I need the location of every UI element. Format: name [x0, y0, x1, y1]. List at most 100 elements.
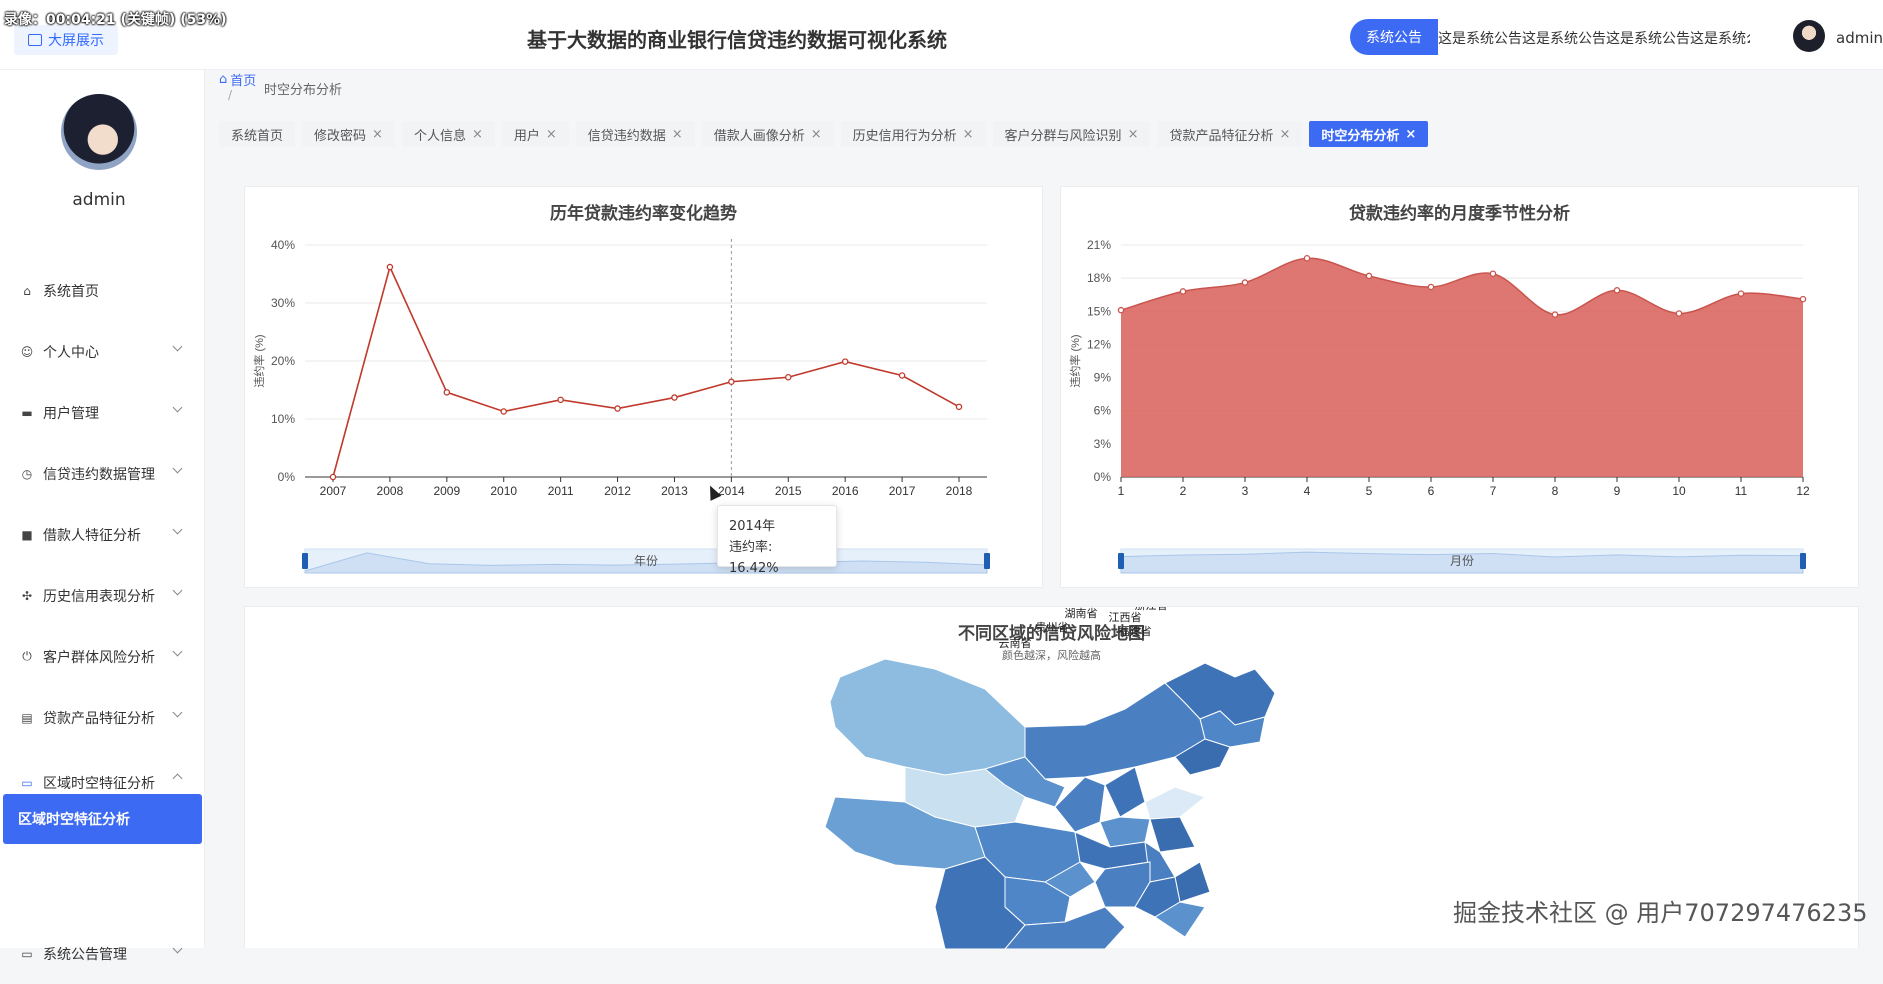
breadcrumb-home[interactable]: ⌂ 首页 — [219, 70, 256, 89]
data-point[interactable] — [1241, 279, 1249, 286]
sidebar-item-0[interactable]: ⌂ 系统首页 — [0, 260, 205, 321]
data-point[interactable] — [671, 394, 678, 401]
data-point[interactable] — [329, 473, 337, 481]
close-icon[interactable]: × — [1128, 127, 1139, 142]
zoom-slider-label: 年份 — [634, 554, 658, 568]
close-icon[interactable]: × — [372, 127, 383, 142]
tab-0[interactable]: 系统首页 — [219, 121, 296, 147]
yearly-default-panel: 历年贷款违约率变化趋势 0% 10% 20% 30% 40% 违约率 (%) 2007 200… — [244, 186, 1043, 588]
data-point[interactable] — [785, 373, 792, 381]
province-label: 云南省 — [999, 637, 1032, 650]
data-point[interactable] — [1489, 270, 1497, 277]
x-tick-label: 2008 — [377, 484, 404, 498]
chevron-down-icon — [172, 585, 183, 596]
tab-2[interactable]: 个人信息 × — [401, 121, 495, 147]
chevron-down-icon — [172, 707, 183, 718]
close-icon[interactable]: × — [1279, 127, 1290, 142]
tab-9[interactable]: 时空分布分析 × — [1309, 121, 1429, 147]
sidebar-item-label: 客户群体风险分析 — [43, 649, 155, 666]
tab-label: 用户 — [513, 128, 540, 144]
data-point[interactable] — [443, 389, 451, 396]
tab-7[interactable]: 客户分群与风险识别 × — [992, 121, 1151, 147]
x-tick-label: 2017 — [889, 484, 916, 498]
sidebar-item-7[interactable]: ▤ 贷款产品特征分析 — [0, 687, 205, 748]
sidebar-subitem-active[interactable]: 区域时空特征分析 — [3, 794, 202, 844]
tab-5[interactable]: 借款人画像分析 × — [701, 121, 834, 147]
close-icon[interactable]: × — [963, 127, 974, 142]
data-point[interactable] — [1675, 310, 1683, 317]
data-point[interactable] — [1365, 272, 1373, 280]
data-point[interactable] — [1303, 255, 1311, 262]
x-tick-label: 12 — [1796, 484, 1810, 498]
sidebar-item-6[interactable]: ⏻ 客户群体风险分析 — [0, 626, 205, 687]
close-icon[interactable]: × — [472, 127, 483, 142]
province-jiangsu — [1149, 816, 1196, 853]
series-line — [332, 264, 960, 478]
y-tick-label: 15% — [1087, 304, 1111, 318]
x-tick-label: 2014 — [718, 484, 745, 498]
tab-6[interactable]: 历史信用行为分析 × — [840, 121, 986, 147]
data-point[interactable] — [1613, 287, 1621, 294]
sidebar-item-3[interactable]: ◷ 信贷违约数据管理 — [0, 443, 205, 504]
x-tick-label: 4 — [1304, 484, 1311, 498]
data-point[interactable] — [1737, 290, 1745, 297]
tab-label: 信贷违约数据 — [587, 128, 666, 144]
sidebar-item-label: 系统首页 — [43, 283, 99, 300]
chevron-down-icon — [172, 646, 183, 657]
home-icon: ⌂ — [23, 283, 31, 298]
zoom-handle-left[interactable] — [1118, 553, 1124, 569]
data-point[interactable] — [728, 378, 735, 386]
data-point[interactable] — [614, 405, 621, 412]
zoom-handle-left[interactable] — [302, 553, 308, 569]
data-point[interactable] — [898, 372, 906, 379]
clipboard-icon: ▤ — [21, 710, 33, 725]
data-point[interactable] — [1427, 283, 1435, 291]
close-icon[interactable]: × — [811, 127, 822, 142]
data-point[interactable] — [557, 396, 564, 404]
x-tick-label: 2016 — [832, 484, 859, 498]
data-point[interactable] — [841, 358, 849, 365]
data-point[interactable] — [500, 408, 507, 415]
x-tick-label: 1 — [1118, 484, 1125, 498]
data-point[interactable] — [386, 263, 394, 271]
data-point[interactable] — [1179, 288, 1187, 295]
data-point[interactable] — [955, 403, 963, 411]
close-icon[interactable]: × — [1405, 127, 1416, 142]
y-tick-label: 40% — [271, 238, 295, 252]
province-neimenggu — [1024, 682, 1206, 780]
province-label: 江西省 — [1109, 611, 1142, 624]
zoom-handle-right[interactable] — [984, 553, 990, 569]
province-label: 贵州省 — [1036, 621, 1069, 634]
sidebar-item-5[interactable]: ✣ 历史信用表现分析 — [0, 565, 205, 626]
tab-label: 历史信用行为分析 — [852, 128, 957, 144]
sidebar-item-label: 系统公告管理 — [43, 946, 127, 963]
y-tick-label: 18% — [1087, 271, 1111, 285]
notice-button[interactable]: 系统公告 — [1350, 19, 1438, 55]
avatar[interactable] — [1793, 20, 1825, 52]
sidebar-item-label: 区域时空特征分析 — [43, 776, 155, 792]
sidebar-item-4[interactable]: ■ 借款人特征分析 — [0, 504, 205, 565]
data-point[interactable] — [1551, 311, 1559, 318]
sidebar-item-2[interactable]: ▬ 用户管理 — [0, 382, 205, 443]
data-point[interactable] — [1117, 306, 1125, 314]
y-axis-label: 违约率 (%) — [1068, 334, 1082, 387]
close-icon[interactable]: × — [546, 127, 557, 142]
data-point[interactable] — [1799, 295, 1807, 303]
tab-4[interactable]: 信贷违约数据 × — [575, 121, 695, 147]
x-tick-label: 2007 — [320, 484, 347, 498]
compass-icon: ✣ — [21, 588, 33, 603]
y-tick-label: 20% — [271, 354, 295, 368]
sidebar-item-notice-manage[interactable]: ▭ 系统公告管理 — [0, 923, 205, 984]
province-label: 湖南省 — [1065, 607, 1098, 620]
tab-3[interactable]: 用户 × — [501, 121, 569, 147]
tooltip-value: 违约率: 16.42% — [729, 540, 779, 576]
close-icon[interactable]: × — [672, 127, 683, 142]
sidebar-item-1[interactable]: ☺ 个人中心 — [0, 321, 205, 382]
y-tick-label: 9% — [1094, 371, 1112, 385]
x-tick-label: 2009 — [433, 484, 460, 498]
zoom-handle-right[interactable] — [1800, 553, 1806, 569]
tab-1[interactable]: 修改密码 × — [302, 121, 395, 147]
tab-8[interactable]: 贷款产品特征分析 × — [1157, 121, 1303, 147]
province-xinjiang — [829, 658, 1026, 776]
header-username[interactable]: admin — [1836, 29, 1883, 47]
